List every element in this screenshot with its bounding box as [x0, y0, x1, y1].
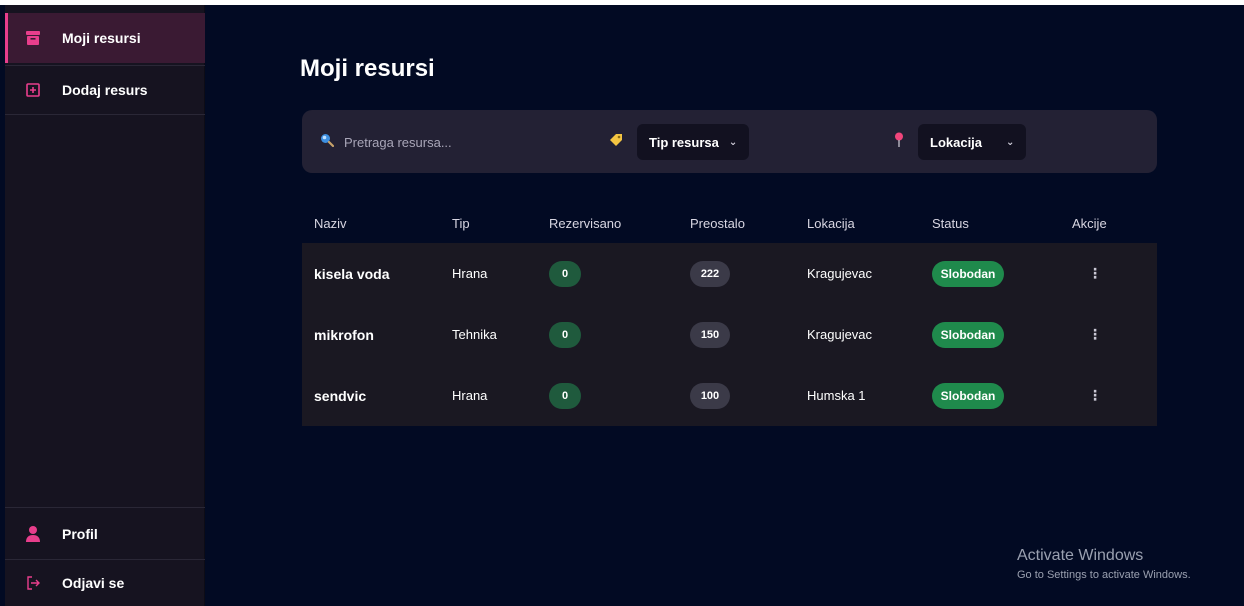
table-header: Naziv Tip Rezervisano Preostalo Lokacija… [302, 203, 1157, 243]
resource-type: Tehnika [452, 327, 497, 342]
sidebar: Moji resursi Dodaj resurs Profil Odjavi … [5, 5, 205, 606]
more-actions-icon[interactable]: ⋮ [1088, 326, 1102, 343]
sidebar-item-add-resource[interactable]: Dodaj resurs [5, 65, 205, 115]
column-header-status[interactable]: Status [932, 216, 969, 231]
resource-name: mikrofon [314, 326, 374, 343]
sidebar-item-profile[interactable]: Profil [5, 507, 205, 559]
chevron-down-icon: ⌄ [1006, 136, 1015, 148]
reserved-badge: 0 [549, 260, 581, 287]
resource-location: Humska 1 [807, 388, 866, 403]
column-header-actions: Akcije [1072, 215, 1107, 231]
search-icon [320, 133, 335, 152]
remaining-badge: 100 [690, 382, 730, 409]
status-badge: Slobodan [932, 260, 1004, 287]
archive-icon [26, 31, 40, 45]
resource-location: Kragujevac [807, 266, 873, 281]
watermark-subtitle: Go to Settings to activate Windows. [1017, 569, 1191, 581]
app-window: Moji resursi Dodaj resurs Profil Odjavi … [0, 5, 1244, 606]
more-actions-icon[interactable]: ⋮ [1088, 265, 1102, 282]
location-select[interactable]: Lokacija ⌄ [918, 124, 1027, 160]
column-header-type[interactable]: Tip [452, 216, 470, 231]
location-filter: Lokacija ⌄ [894, 124, 1027, 160]
user-icon [26, 525, 40, 542]
remaining-badge: 222 [690, 260, 730, 287]
reserved-badge: 0 [549, 382, 581, 409]
chevron-down-icon: ⌄ [728, 136, 738, 148]
location-select-value: Lokacija [930, 134, 983, 150]
type-filter: Tip resursa ⌄ [609, 124, 750, 160]
remaining-badge: 150 [690, 321, 730, 348]
table-row[interactable]: mikrofon Tehnika 0 150 Kragujevac Slobod… [302, 304, 1157, 365]
type-select-value: Tip resursa [649, 134, 719, 150]
resource-type: Hrana [452, 388, 488, 403]
status-badge: Slobodan [932, 321, 1004, 348]
resource-name: kisela voda [314, 265, 390, 282]
type-select[interactable]: Tip resursa ⌄ [637, 124, 750, 160]
resource-name: sendvic [314, 387, 367, 404]
sidebar-item-my-resources[interactable]: Moji resursi [5, 13, 205, 63]
search-input[interactable] [344, 134, 544, 150]
table-row[interactable]: sendvic Hrana 0 100 Humska 1 Slobodan ⋮ [302, 365, 1157, 426]
table-row[interactable]: kisela voda Hrana 0 222 Kragujevac Slobo… [302, 243, 1157, 304]
sidebar-item-label: Odjavi se [62, 575, 125, 591]
tag-icon [609, 133, 623, 152]
sidebar-item-label: Moji resursi [62, 30, 141, 46]
watermark-title: Activate Windows [1017, 547, 1144, 564]
pushpin-icon [894, 132, 904, 153]
sidebar-item-label: Profil [62, 525, 98, 542]
more-actions-icon[interactable]: ⋮ [1088, 387, 1102, 404]
windows-activation-watermark: Activate Windows Go to Settings to activ… [1017, 547, 1191, 581]
resource-location: Kragujevac [807, 327, 873, 342]
status-badge: Slobodan [932, 382, 1004, 409]
sidebar-item-logout[interactable]: Odjavi se [5, 559, 205, 606]
search-box [320, 129, 544, 155]
plus-square-icon [26, 83, 40, 97]
column-header-name[interactable]: Naziv [314, 216, 347, 231]
reserved-badge: 0 [549, 321, 581, 348]
filter-bar: Tip resursa ⌄ Lokacija ⌄ [302, 110, 1157, 173]
column-header-reserved[interactable]: Rezervisano [549, 216, 621, 231]
page-title: Moji resursi [300, 55, 435, 82]
column-header-location[interactable]: Lokacija [807, 216, 855, 231]
column-header-remaining[interactable]: Preostalo [690, 216, 745, 231]
resources-table: Naziv Tip Rezervisano Preostalo Lokacija… [302, 203, 1157, 426]
sign-out-icon [26, 576, 40, 590]
resource-type: Hrana [452, 266, 488, 281]
sidebar-item-label: Dodaj resurs [62, 82, 148, 98]
